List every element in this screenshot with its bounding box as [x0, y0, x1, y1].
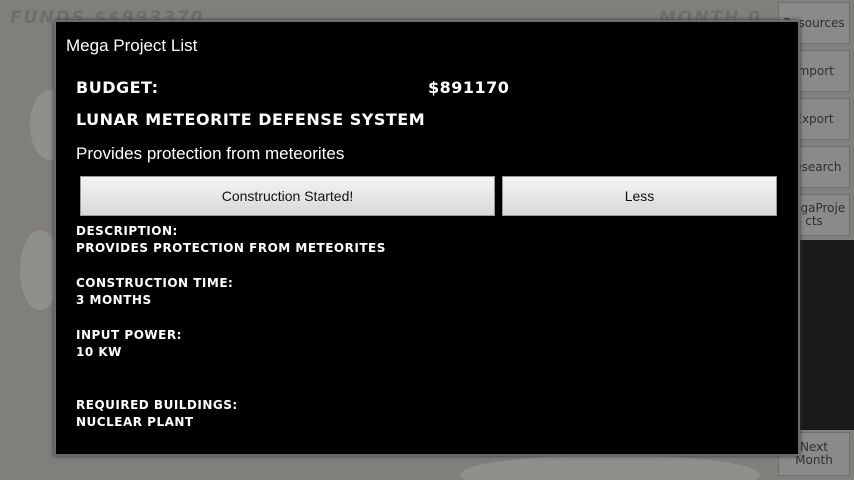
- construction-time-value: 3 MONTHS: [76, 293, 152, 307]
- project-name: LUNAR METEORITE DEFENSE SYSTEM: [76, 110, 426, 129]
- required-buildings-label: REQUIRED BUILDINGS:: [76, 398, 238, 412]
- construction-started-button[interactable]: Construction Started!: [80, 176, 495, 216]
- project-summary: Provides protection from meteorites: [76, 144, 345, 163]
- background-decoration: [460, 455, 760, 480]
- input-power-label: INPUT POWER:: [76, 328, 182, 342]
- description-value: PROVIDES PROTECTION FROM METEORITES: [76, 241, 386, 255]
- dialog-title: Mega Project List: [66, 36, 198, 55]
- less-button[interactable]: Less: [502, 176, 777, 216]
- input-power-value: 10 KW: [76, 345, 122, 359]
- required-buildings-value: NUCLEAR PLANT: [76, 415, 194, 429]
- side-panel-strip: [800, 240, 854, 430]
- description-label: DESCRIPTION:: [76, 224, 178, 238]
- budget-label: BUDGET:: [76, 78, 159, 97]
- mega-project-dialog: Mega Project List BUDGET: $891170 LUNAR …: [54, 20, 800, 456]
- construction-time-label: CONSTRUCTION TIME:: [76, 276, 234, 290]
- budget-value: $891170: [428, 78, 510, 97]
